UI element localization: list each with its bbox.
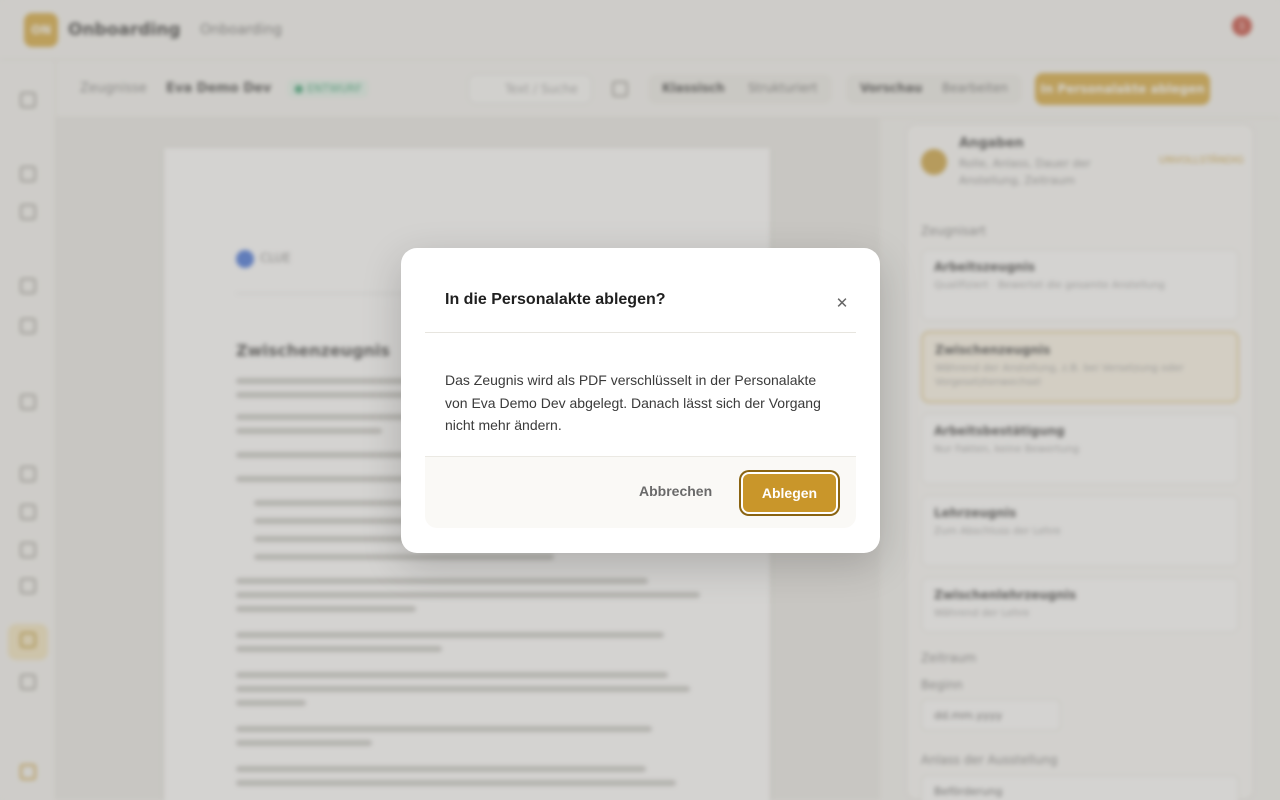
confirm-file-button[interactable]: Ablegen bbox=[741, 472, 838, 514]
confirm-dialog: In die Personalakte ablegen? ✕ Das Zeugn… bbox=[401, 248, 880, 553]
close-icon[interactable]: ✕ bbox=[831, 292, 853, 314]
dialog-header: In die Personalakte ablegen? ✕ bbox=[425, 248, 856, 333]
dialog-footer: Abbrechen Ablegen bbox=[425, 456, 856, 528]
dialog-title: In die Personalakte ablegen? bbox=[445, 291, 666, 308]
dialog-message: Das Zeugnis wird als PDF verschlüsselt i… bbox=[445, 372, 821, 433]
cancel-button[interactable]: Abbrechen bbox=[639, 483, 712, 499]
